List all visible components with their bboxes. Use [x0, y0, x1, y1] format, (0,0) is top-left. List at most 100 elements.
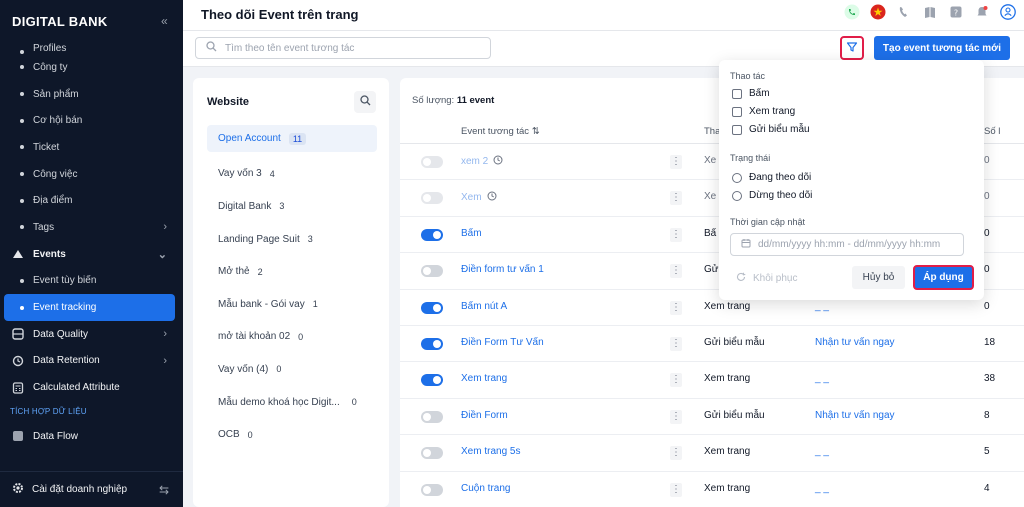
- more-options-icon[interactable]: ⋮: [670, 227, 682, 242]
- more-options-icon[interactable]: ⋮: [670, 409, 682, 424]
- website-item[interactable]: Open Account 11: [207, 125, 377, 152]
- more-options-icon[interactable]: ⋮: [670, 155, 682, 169]
- event-search-box[interactable]: [195, 37, 491, 59]
- event-name-link[interactable]: Điền Form: [461, 410, 508, 421]
- bullet-icon: [20, 145, 24, 150]
- website-item[interactable]: OCB 0: [207, 418, 377, 451]
- event-name-link[interactable]: Xem trang: [461, 373, 507, 384]
- event-count-value: 0: [984, 191, 990, 203]
- tracking-toggle[interactable]: [421, 483, 443, 496]
- sidebar-item-ticket[interactable]: Ticket: [0, 134, 183, 161]
- tracking-toggle[interactable]: [421, 156, 443, 168]
- event-name-link[interactable]: Xem: [461, 191, 497, 204]
- sidebar-item-locations[interactable]: Địa điểm: [0, 187, 183, 214]
- event-name-link[interactable]: xem 2: [461, 155, 503, 168]
- sidebar-item-calculated-attribute[interactable]: Calculated Attribute: [0, 374, 183, 401]
- more-options-icon[interactable]: ⋮: [670, 191, 682, 206]
- event-target-link[interactable]: Nhận tư vấn ngay: [815, 410, 895, 421]
- sidebar-item-companies[interactable]: Công ty: [0, 54, 183, 81]
- event-action-type: Xem trang: [704, 373, 751, 385]
- vietnam-flag-icon[interactable]: [870, 4, 886, 20]
- more-options-icon[interactable]: ⋮: [670, 482, 682, 497]
- event-name-link[interactable]: Bấm nút A: [461, 301, 507, 312]
- website-item[interactable]: Mẫu bank - Gói vay 1: [207, 288, 377, 321]
- sidebar-item-products[interactable]: Sản phẩm: [0, 81, 183, 108]
- more-options-icon[interactable]: ⋮: [670, 336, 682, 351]
- website-item[interactable]: Mẫu demo khoá học Digit... 0: [207, 386, 377, 419]
- collapse-sidebar-icon[interactable]: «: [161, 14, 168, 28]
- tracking-toggle[interactable]: [421, 228, 443, 241]
- more-options-icon[interactable]: ⋮: [670, 300, 682, 315]
- tracking-toggle[interactable]: [421, 301, 443, 314]
- tracking-toggle[interactable]: [421, 192, 443, 205]
- calendar-icon: [741, 238, 751, 251]
- filter-option-pageview[interactable]: Xem trang: [732, 106, 795, 117]
- event-name-link[interactable]: Điền Form Tư Vấn: [461, 337, 544, 348]
- sidebar-item-tasks[interactable]: Công việc: [0, 161, 183, 188]
- sidebar-item-custom-events[interactable]: Event tùy biến: [0, 268, 183, 295]
- filter-popup: Thao tác Bấm Xem trang Gửi biểu mẫu Trạn…: [719, 60, 984, 300]
- event-target-link[interactable]: Nhận tư vấn ngay: [815, 337, 895, 348]
- cancel-button[interactable]: Hủy bỏ: [852, 266, 905, 289]
- event-action-type: Xem trang: [704, 446, 751, 458]
- switch-icon[interactable]: ⇆: [159, 483, 169, 497]
- notification-bell-icon[interactable]: [974, 4, 990, 20]
- restore-button[interactable]: Khôi phục: [736, 272, 797, 285]
- event-search-input[interactable]: [225, 42, 465, 54]
- event-name-link[interactable]: Xem trang 5s: [461, 446, 520, 457]
- sidebar-item-data-retention[interactable]: Data Retention ›: [0, 348, 183, 375]
- website-search-button[interactable]: [354, 91, 376, 113]
- event-name-link[interactable]: Điền form tư vấn 1: [461, 264, 544, 275]
- column-header-event[interactable]: Event tương tác ⇅: [461, 126, 540, 137]
- filter-button[interactable]: [840, 36, 864, 60]
- radio[interactable]: [732, 190, 742, 201]
- filter-status-tracking[interactable]: Đang theo dõi: [732, 172, 811, 183]
- sidebar-item-opportunities[interactable]: Cơ hội bán: [0, 107, 183, 134]
- sidebar-item-events[interactable]: Events ⌄: [0, 241, 183, 268]
- user-avatar-icon[interactable]: [1000, 4, 1016, 20]
- date-range-input[interactable]: dd/mm/yyyy hh:mm - dd/mm/yyyy hh:mm: [730, 233, 964, 256]
- create-event-button[interactable]: Tạo event tương tác mới: [874, 36, 1010, 60]
- bullet-icon: [20, 278, 24, 283]
- more-options-icon[interactable]: ⋮: [670, 264, 682, 279]
- apply-button[interactable]: Áp dụng: [913, 265, 974, 290]
- tracking-toggle[interactable]: [421, 410, 443, 423]
- tracking-toggle[interactable]: [421, 265, 443, 278]
- sidebar-nav: Profiles Công ty Sản phẩm Cơ hội bán Tic…: [0, 40, 183, 450]
- website-item[interactable]: mở tài khoản 02 0: [207, 321, 377, 354]
- table-row: Điền Form ⋮ Gửi biểu mẫu Nhận tư vấn nga…: [400, 399, 1024, 436]
- checkbox[interactable]: [732, 106, 742, 117]
- sidebar-item-tags[interactable]: Tags ›: [0, 214, 183, 241]
- sidebar-item-data-flow[interactable]: Data Flow: [0, 423, 183, 450]
- tracking-toggle[interactable]: [421, 374, 443, 387]
- book-icon[interactable]: [922, 4, 938, 20]
- search-icon: [206, 41, 217, 55]
- checkbox[interactable]: [732, 88, 742, 99]
- phone-call-icon[interactable]: [844, 4, 860, 20]
- filter-status-stopped[interactable]: Dừng theo dõi: [732, 190, 812, 201]
- event-name-link[interactable]: Cuộn trang: [461, 483, 510, 494]
- website-item[interactable]: Mở thẻ 2: [207, 255, 377, 288]
- radio[interactable]: [732, 172, 742, 183]
- tracking-toggle[interactable]: [421, 447, 443, 460]
- event-count-value: 5: [984, 446, 990, 458]
- more-options-icon[interactable]: ⋮: [670, 446, 682, 461]
- tracking-toggle[interactable]: [421, 337, 443, 350]
- enterprise-settings[interactable]: Cài đặt doanh nghiệp ⇆: [0, 471, 183, 507]
- website-item[interactable]: Digital Bank 3: [207, 190, 377, 223]
- sidebar-item-data-quality[interactable]: Data Quality ›: [0, 321, 183, 348]
- sidebar-item-event-tracking[interactable]: Event tracking: [4, 294, 175, 321]
- website-item[interactable]: Vay vốn (4) 0: [207, 353, 377, 386]
- more-options-icon[interactable]: ⋮: [670, 373, 682, 388]
- checkbox[interactable]: [732, 124, 742, 135]
- filter-option-form-submit[interactable]: Gửi biểu mẫu: [732, 124, 810, 135]
- website-item[interactable]: Vay vốn 34: [207, 158, 377, 191]
- event-name-link[interactable]: Bấm: [461, 228, 482, 239]
- filter-funnel-icon: [846, 41, 858, 56]
- filter-updated-label: Thời gian cập nhật: [730, 217, 805, 227]
- sidebar-item-profiles[interactable]: Profiles: [0, 40, 183, 54]
- filter-option-click[interactable]: Bấm: [732, 88, 770, 99]
- website-item[interactable]: Landing Page Suit 3: [207, 223, 377, 256]
- phone-icon[interactable]: [896, 4, 912, 20]
- help-icon[interactable]: ?: [948, 4, 964, 20]
